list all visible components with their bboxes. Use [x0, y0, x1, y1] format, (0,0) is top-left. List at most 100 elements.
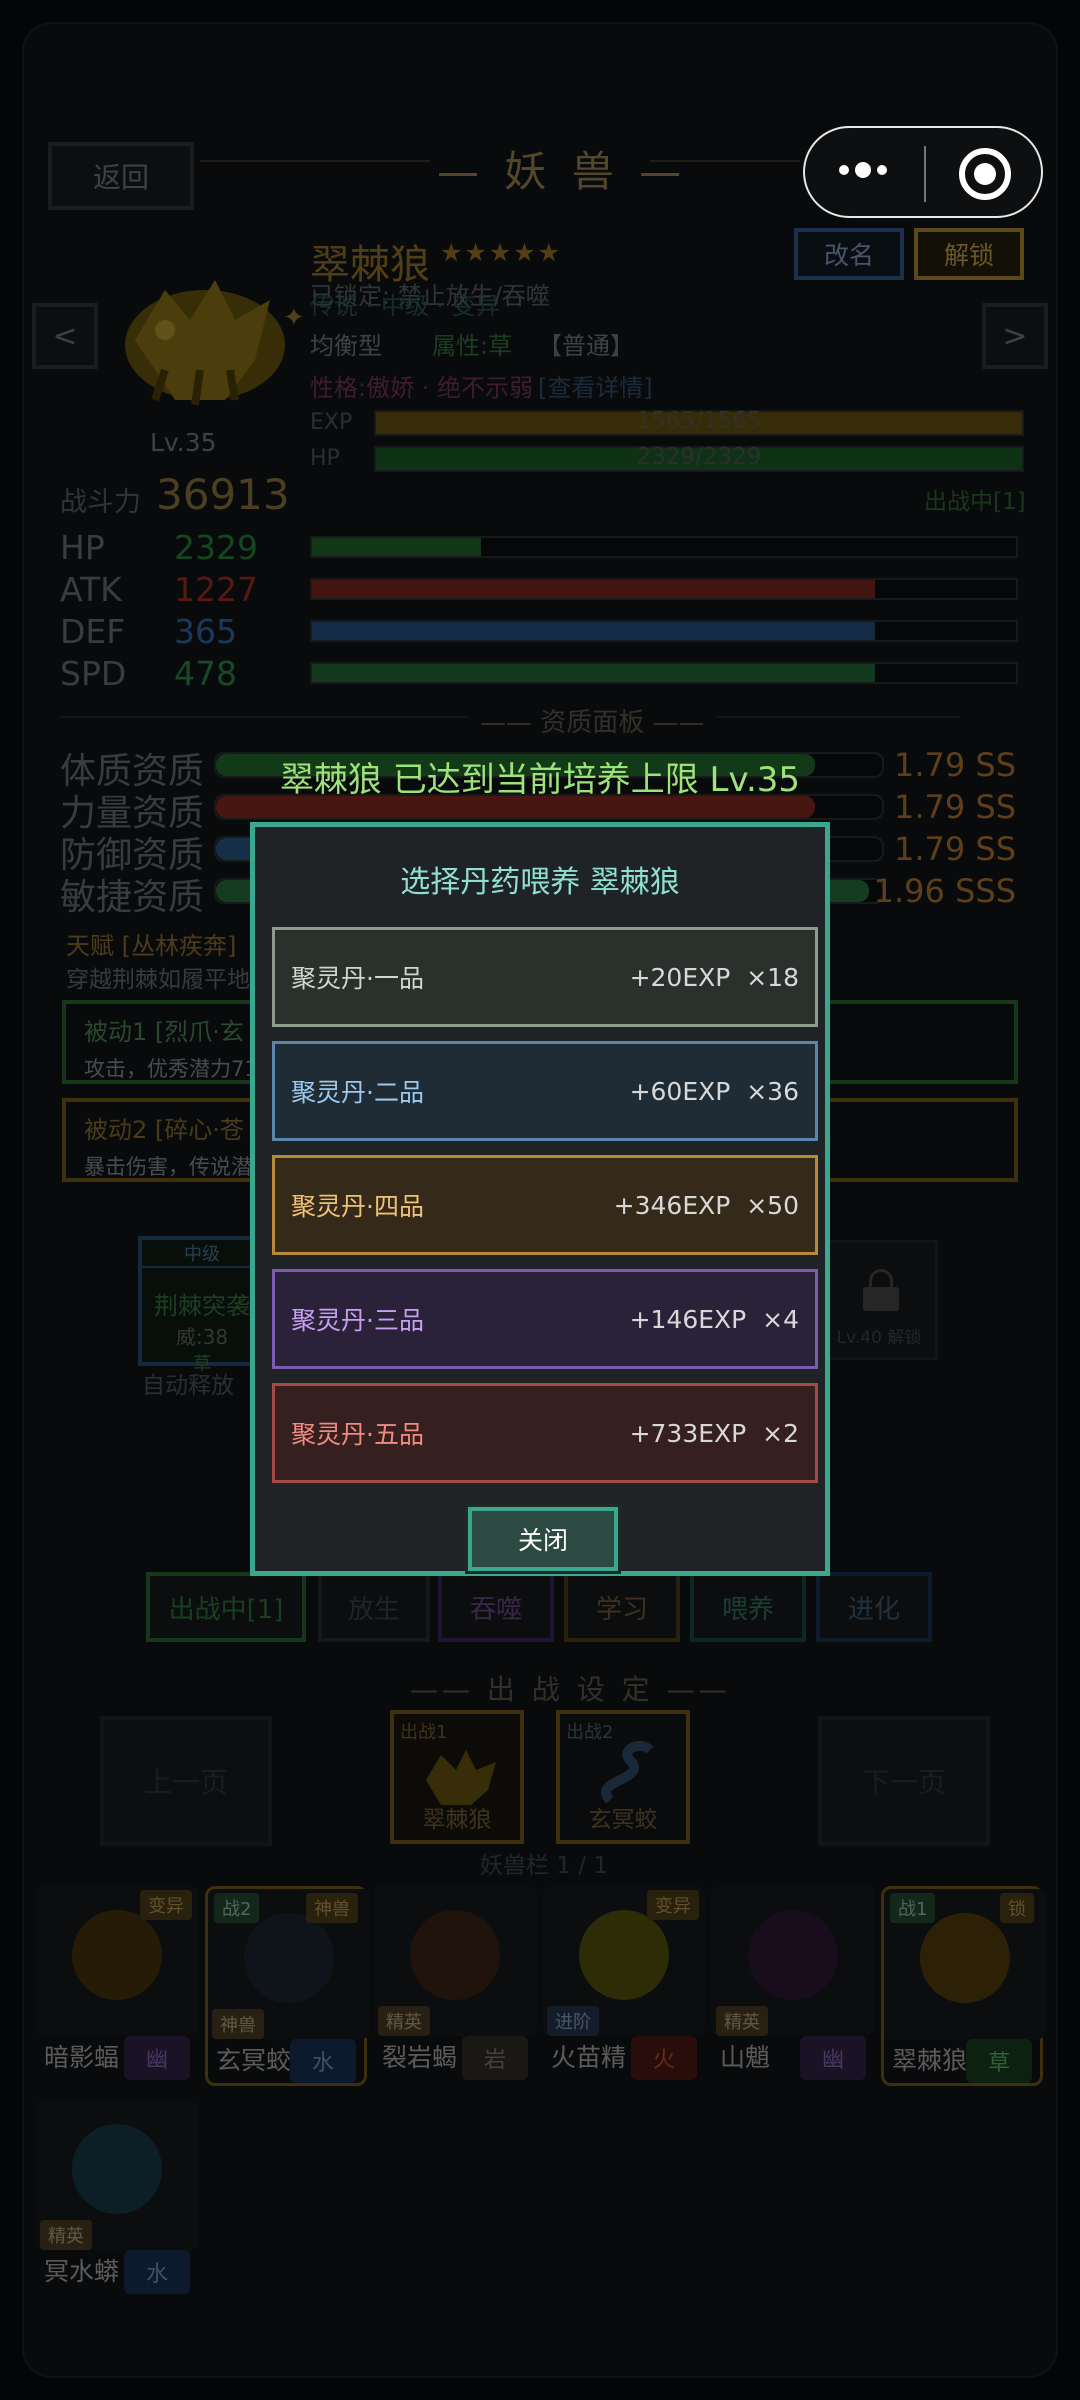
roster-pet-card[interactable]: 变异进阶火苗精火 [543, 1886, 705, 2086]
close-program-icon[interactable] [959, 148, 1011, 200]
talent-desc: 穿越荆棘如履平地 [66, 967, 250, 993]
deploy-button[interactable]: 出战中[1] [146, 1572, 306, 1642]
pet-type: 均衡型 [310, 332, 382, 360]
evolve-button[interactable]: 进化 [816, 1572, 932, 1642]
roster-pet-card[interactable]: 变异 暗影蝠幽 [36, 1886, 198, 2086]
pet-grade-badge: 进阶 [547, 2006, 599, 2036]
exp-text: 1565/1565 [636, 408, 762, 434]
pet-name: 火苗精 [551, 2043, 627, 2072]
lock-icon [869, 1269, 893, 1289]
aptitude-value: 1.96 SSS [873, 872, 1016, 910]
pet-grade-badge: 精英 [378, 2006, 430, 2036]
power-value: 36913 [156, 470, 290, 519]
pill-option[interactable]: 聚灵丹·一品 +20EXP ×18 [272, 927, 818, 1027]
pet-rank-badge: 战2 [214, 1893, 260, 1923]
hp-text: 2329/2329 [636, 444, 762, 470]
pet-grade-badge: 精英 [716, 2006, 768, 2036]
aptitude-label: 敏捷资质 [60, 877, 205, 918]
pet-element-badge: 水 [290, 2039, 356, 2083]
release-button[interactable]: 放生 [318, 1572, 430, 1642]
pill-name: 聚灵丹·一品 [291, 964, 424, 993]
pill-exp: +346EXP ×50 [613, 1190, 799, 1220]
mini-program-capsule [803, 126, 1043, 218]
pet-portrait [95, 250, 315, 420]
stat-bar [310, 578, 1018, 600]
pet-element-badge: 草 [966, 2039, 1032, 2083]
pet-element-badge: 幽 [800, 2036, 866, 2080]
page-title: — 妖 兽 — [437, 147, 688, 196]
pet-quality: 【普通】 [538, 332, 634, 360]
prev-pet-button[interactable]: < [32, 303, 98, 369]
pet-name: 玄冥蛟 [216, 2046, 292, 2075]
feed-button[interactable]: 喂养 [690, 1572, 806, 1642]
close-button[interactable]: 关闭 [465, 1504, 621, 1574]
power-label: 战斗力 [60, 487, 141, 518]
pet-element-badge: 火 [631, 2036, 697, 2080]
details-link[interactable]: [查看详情] [538, 368, 653, 403]
stat-bar [310, 620, 1018, 642]
pill-option[interactable]: 聚灵丹·三品 +146EXP ×4 [272, 1269, 818, 1369]
roster-pet-card[interactable]: 神兽 战2 神兽玄冥蛟水 [205, 1886, 370, 2086]
level-cap-banner: 翠棘狼 已达到当前培养上限 Lv.35 [279, 760, 801, 800]
roster-pet-card[interactable]: 锁 战1 翠棘狼草 [881, 1886, 1046, 2086]
exp-label: EXP [310, 410, 353, 435]
feed-modal: 选择丹药喂养 翠棘狼 聚灵丹·一品 +20EXP ×18 聚灵丹·二品 +60EXP … [250, 822, 830, 1576]
pet-rarity-line: 传说 · 中级 · 变异 [310, 292, 500, 320]
pet-tag-badge: 神兽 [306, 1893, 358, 1923]
deploy-status: 出战中[1] [924, 489, 1026, 515]
stat-value: 2329 [174, 528, 258, 567]
modal-title: 选择丹药喂养 翠棘狼 [400, 865, 680, 900]
learn-button[interactable]: 学习 [564, 1572, 680, 1642]
stat-label: ATK [60, 570, 122, 609]
deploy-title: —— 出 战 设 定 —— [410, 1673, 731, 1706]
pill-name: 聚灵丹·四品 [291, 1192, 424, 1221]
pet-tag-badge: 锁 [1000, 1893, 1034, 1923]
aptitude-title: —— 资质面板 —— [468, 702, 717, 739]
skill-card-active[interactable]: 中级 荆棘突袭 威:38 草 [138, 1236, 266, 1375]
pill-option[interactable]: 聚灵丹·五品 +733EXP ×2 [272, 1383, 818, 1483]
pet-name: 山魈 [720, 2043, 771, 2072]
pet-element-badge: 水 [124, 2250, 190, 2294]
stat-value: 478 [174, 654, 237, 693]
pill-exp: +60EXP ×36 [629, 1076, 799, 1106]
roster-pet-card[interactable]: 精英山魈幽 [712, 1886, 874, 2086]
next-page-button[interactable]: 下一页 [818, 1716, 990, 1846]
pet-name: 冥水蟒 [44, 2257, 120, 2286]
back-button[interactable]: 返回 [48, 142, 194, 210]
hp-label: HP [310, 446, 340, 471]
pet-grade-badge: 精英 [40, 2220, 92, 2250]
roster-pet-card[interactable]: 精英 裂岩蝎岩 [374, 1886, 536, 2086]
pet-stars: ★★★★★ [440, 238, 563, 267]
pill-option[interactable]: 聚灵丹·二品 +60EXP ×36 [272, 1041, 818, 1141]
unlock-button[interactable]: 解锁 [914, 228, 1024, 280]
pet-name: 暗影蝠 [44, 2043, 120, 2072]
rename-button[interactable]: 改名 [794, 228, 904, 280]
stat-value: 365 [174, 612, 237, 651]
pill-option[interactable]: 聚灵丹·四品 +346EXP ×50 [272, 1155, 818, 1255]
devour-button[interactable]: 吞噬 [438, 1572, 554, 1642]
pill-name: 聚灵丹·三品 [291, 1306, 424, 1335]
pet-tag-badge: 变异 [647, 1890, 699, 1920]
deploy-slot-2[interactable]: 出战2 玄冥蛟 [556, 1710, 690, 1844]
pet-name: 翠棘狼 [892, 2046, 968, 2075]
stat-bar [310, 536, 1018, 558]
auto-cast-label: 自动释放 [142, 1373, 234, 1399]
pet-grade-badge: 神兽 [212, 2009, 264, 2039]
prev-page-button[interactable]: 上一页 [100, 1716, 272, 1846]
title-rule-right [650, 160, 800, 162]
more-icon[interactable] [839, 162, 887, 178]
aptitude-value: 1.79 SS [893, 830, 1016, 868]
stat-value: 1227 [174, 570, 258, 609]
pill-exp: +146EXP ×4 [629, 1304, 799, 1334]
pet-element-badge: 岩 [462, 2036, 528, 2080]
roster-pet-card[interactable]: 精英冥水蟒水 [36, 2100, 198, 2300]
title-rule-left [200, 160, 430, 162]
pet-element-badge: 幽 [124, 2036, 190, 2080]
page-indicator: 妖兽栏 1 / 1 [480, 1853, 608, 1879]
pet-attribute: 属性:草 [432, 332, 513, 360]
pill-exp: +733EXP ×2 [629, 1418, 799, 1448]
next-pet-button[interactable]: > [982, 303, 1048, 369]
deploy-slot-1[interactable]: 出战1 翠棘狼 [390, 1710, 524, 1844]
stat-label: DEF [60, 612, 126, 651]
pill-name: 聚灵丹·二品 [291, 1078, 424, 1107]
